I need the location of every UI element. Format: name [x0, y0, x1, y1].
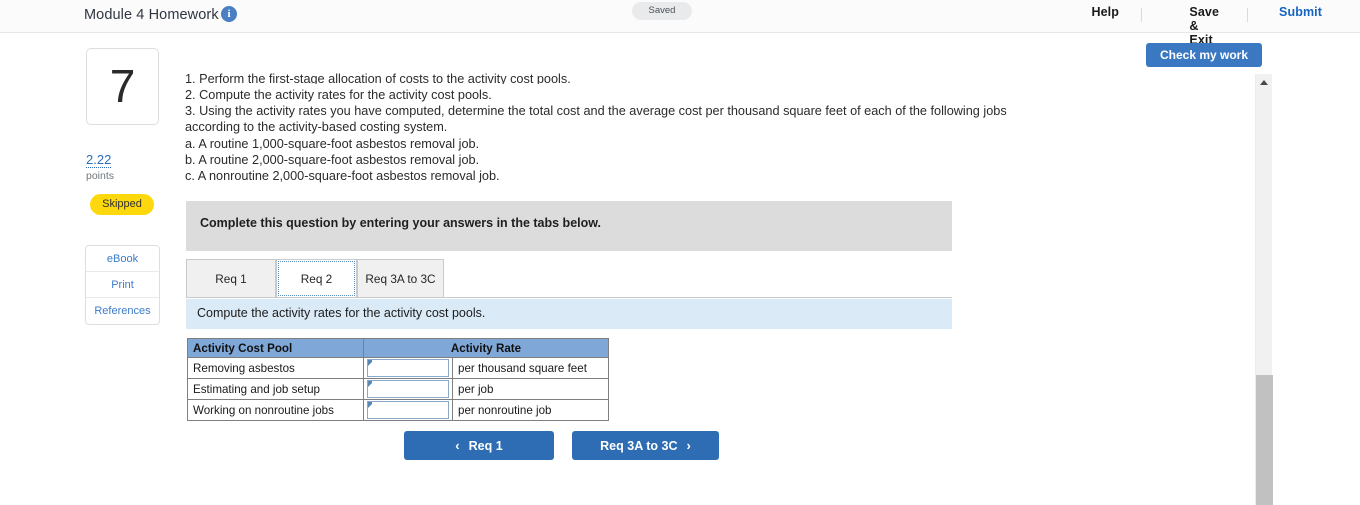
divider: [1247, 8, 1248, 22]
references-link[interactable]: References: [86, 298, 159, 324]
chevron-left-icon: ‹: [455, 438, 460, 453]
points-label: points: [86, 170, 115, 182]
next-requirement-button[interactable]: Req 3A to 3C ›: [572, 431, 719, 460]
scroll-up-arrow-icon[interactable]: [1260, 80, 1268, 85]
question-line: 1. Perform the first-stage allocation of…: [185, 72, 571, 84]
vertical-scrollbar[interactable]: [1255, 74, 1273, 505]
cell-activity-rate-unit: per job: [452, 378, 609, 400]
tab-underline: [186, 297, 952, 298]
requirement-prompt-text: Compute the activity rates for the activ…: [197, 306, 486, 320]
question-number-box: 7: [86, 48, 159, 125]
top-bar: Module 4 Homework i Saved Help Save & Ex…: [0, 0, 1360, 47]
cell-activity-rate-unit: per thousand square feet: [452, 357, 609, 379]
previous-requirement-label: Req 1: [468, 438, 503, 453]
divider: [1141, 8, 1142, 22]
question-line: 2. Compute the activity rates for the ac…: [185, 88, 492, 102]
requirement-prompt-bar: Compute the activity rates for the activ…: [186, 299, 952, 329]
column-header-activity-rate: Activity Rate: [363, 338, 609, 358]
table-row: Removing asbestos per thousand square fe…: [187, 357, 609, 379]
next-requirement-label: Req 3A to 3C: [600, 438, 678, 453]
check-my-work-button[interactable]: Check my work: [1146, 43, 1262, 67]
help-link[interactable]: Help: [1092, 5, 1120, 19]
table-head: Activity Cost Pool Activity Rate: [187, 338, 609, 358]
submit-link[interactable]: Submit: [1279, 5, 1322, 19]
cell-activity-rate-unit: per nonroutine job: [452, 399, 609, 421]
activity-rate-input[interactable]: [367, 359, 449, 377]
tab-req-1[interactable]: Req 1: [186, 259, 276, 298]
complete-question-text: Complete this question by entering your …: [200, 216, 601, 230]
activity-rate-table: Activity Cost Pool Activity Rate Removin…: [187, 338, 609, 421]
cell-activity-cost-pool: Estimating and job setup: [187, 378, 364, 400]
activity-rate-input[interactable]: [367, 380, 449, 398]
points-value[interactable]: 2.22: [86, 152, 112, 168]
save-and-exit-link[interactable]: Save & Exit: [1189, 5, 1219, 47]
question-line: a. A routine 1,000-square-foot asbestos …: [185, 136, 480, 151]
tab-req-2[interactable]: Req 2: [276, 259, 357, 298]
table-body: Removing asbestos per thousand square fe…: [187, 357, 609, 421]
chevron-right-icon: ›: [686, 438, 691, 453]
print-link[interactable]: Print: [86, 272, 159, 298]
complete-question-banner: Complete this question by entering your …: [186, 201, 952, 251]
cell-activity-rate-input[interactable]: [363, 399, 453, 421]
column-header-activity-cost-pool: Activity Cost Pool: [187, 338, 364, 358]
table-row: Working on nonroutine jobs per nonroutin…: [187, 399, 609, 421]
status-badge: Saved: [632, 2, 692, 20]
previous-requirement-button[interactable]: ‹ Req 1: [404, 431, 554, 460]
table-header-row: Activity Cost Pool Activity Rate: [187, 338, 609, 358]
question-line: b. A routine 2,000-square-foot asbestos …: [185, 152, 480, 167]
question-line: 3. Using the activity rates you have com…: [185, 104, 1007, 135]
cell-activity-cost-pool: Removing asbestos: [187, 357, 364, 379]
cell-activity-rate-input[interactable]: [363, 378, 453, 400]
info-icon[interactable]: i: [221, 6, 237, 22]
question-line: c. A nonroutine 2,000-square-foot asbest…: [185, 169, 500, 184]
scrollbar-thumb[interactable]: [1256, 375, 1273, 505]
page-title: Module 4 Homework: [84, 7, 219, 23]
tab-req-3a-to-3c[interactable]: Req 3A to 3C: [357, 259, 444, 298]
question-text: 1. Perform the first-stage allocation of…: [185, 71, 1030, 184]
activity-rate-input[interactable]: [367, 401, 449, 419]
table-row: Estimating and job setup per job: [187, 378, 609, 400]
skipped-badge: Skipped: [90, 194, 154, 215]
cell-activity-cost-pool: Working on nonroutine jobs: [187, 399, 364, 421]
resource-links-box: eBook Print References: [85, 245, 160, 325]
question-number: 7: [109, 60, 136, 112]
ebook-link[interactable]: eBook: [86, 246, 159, 272]
cell-activity-rate-input[interactable]: [363, 357, 453, 379]
